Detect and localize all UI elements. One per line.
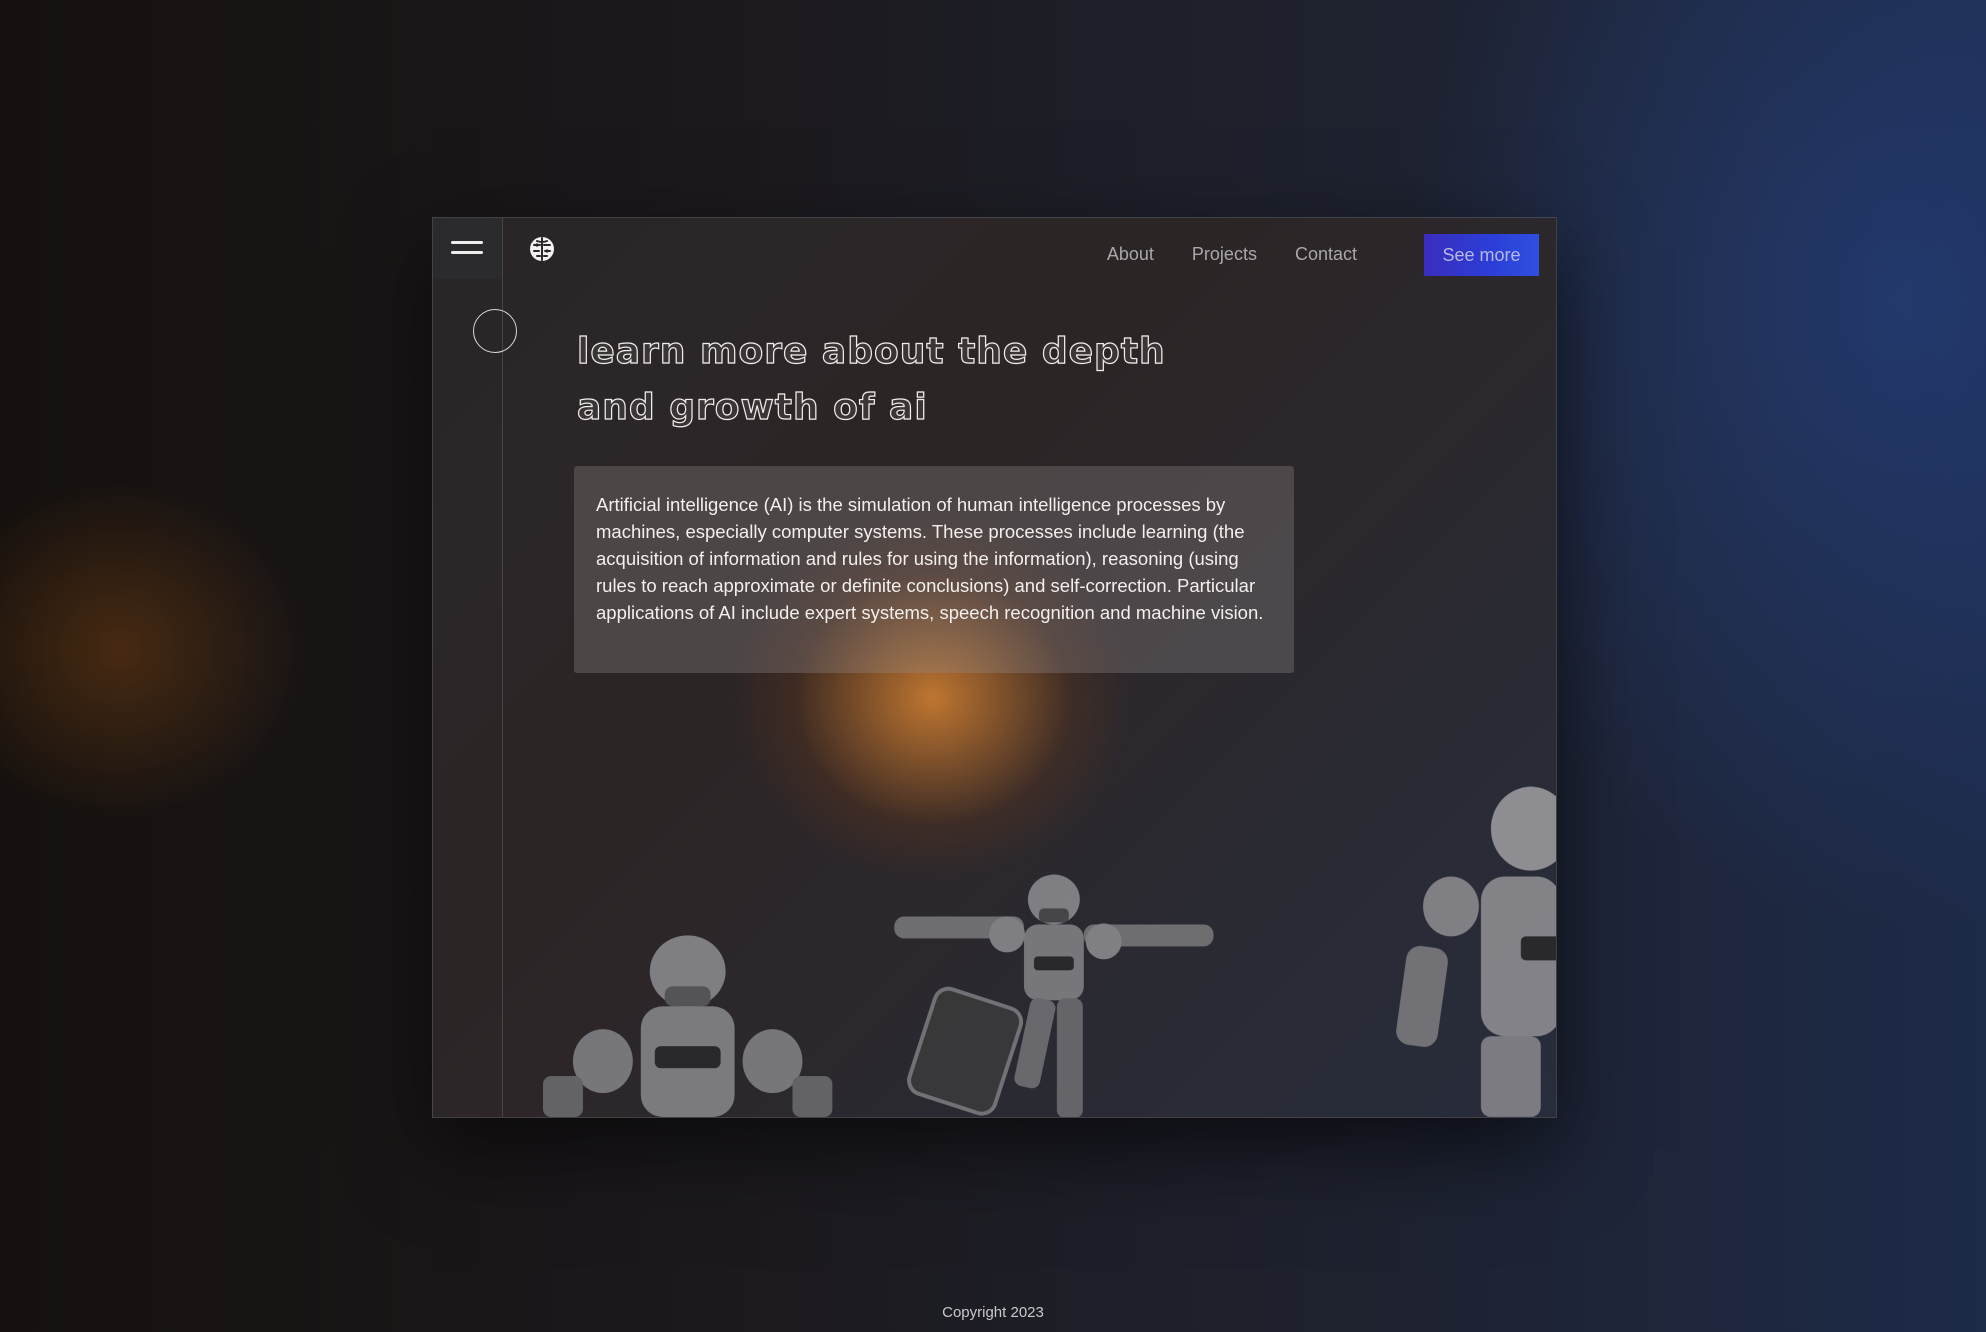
nav-contact[interactable]: Contact <box>1295 244 1357 265</box>
headline-line-2: and growth of ai <box>576 386 928 428</box>
side-rail <box>433 218 517 1117</box>
hero-card: About Projects Contact See more learn mo… <box>432 217 1557 1118</box>
scroll-indicator-circle <box>473 309 517 353</box>
hamburger-menu-icon[interactable] <box>433 218 502 279</box>
hero-description: Artificial intelligence (AI) is the simu… <box>574 466 1294 673</box>
robot-right <box>1396 786 1556 1117</box>
nav-about[interactable]: About <box>1107 244 1154 265</box>
page-background: About Projects Contact See more learn mo… <box>0 0 1986 1332</box>
headline-line-1: learn more about the depth <box>576 330 1166 372</box>
nav-projects[interactable]: Projects <box>1192 244 1257 265</box>
copyright-text: Copyright 2023 <box>942 1304 1044 1321</box>
main-nav: About Projects Contact <box>1107 244 1357 265</box>
brain-logo-icon[interactable] <box>529 236 555 262</box>
see-more-button[interactable]: See more <box>1424 234 1539 276</box>
robot-left <box>543 935 833 1117</box>
robot-center <box>894 874 1214 1117</box>
hero-headline: learn more about the depth and growth of… <box>576 324 1197 436</box>
